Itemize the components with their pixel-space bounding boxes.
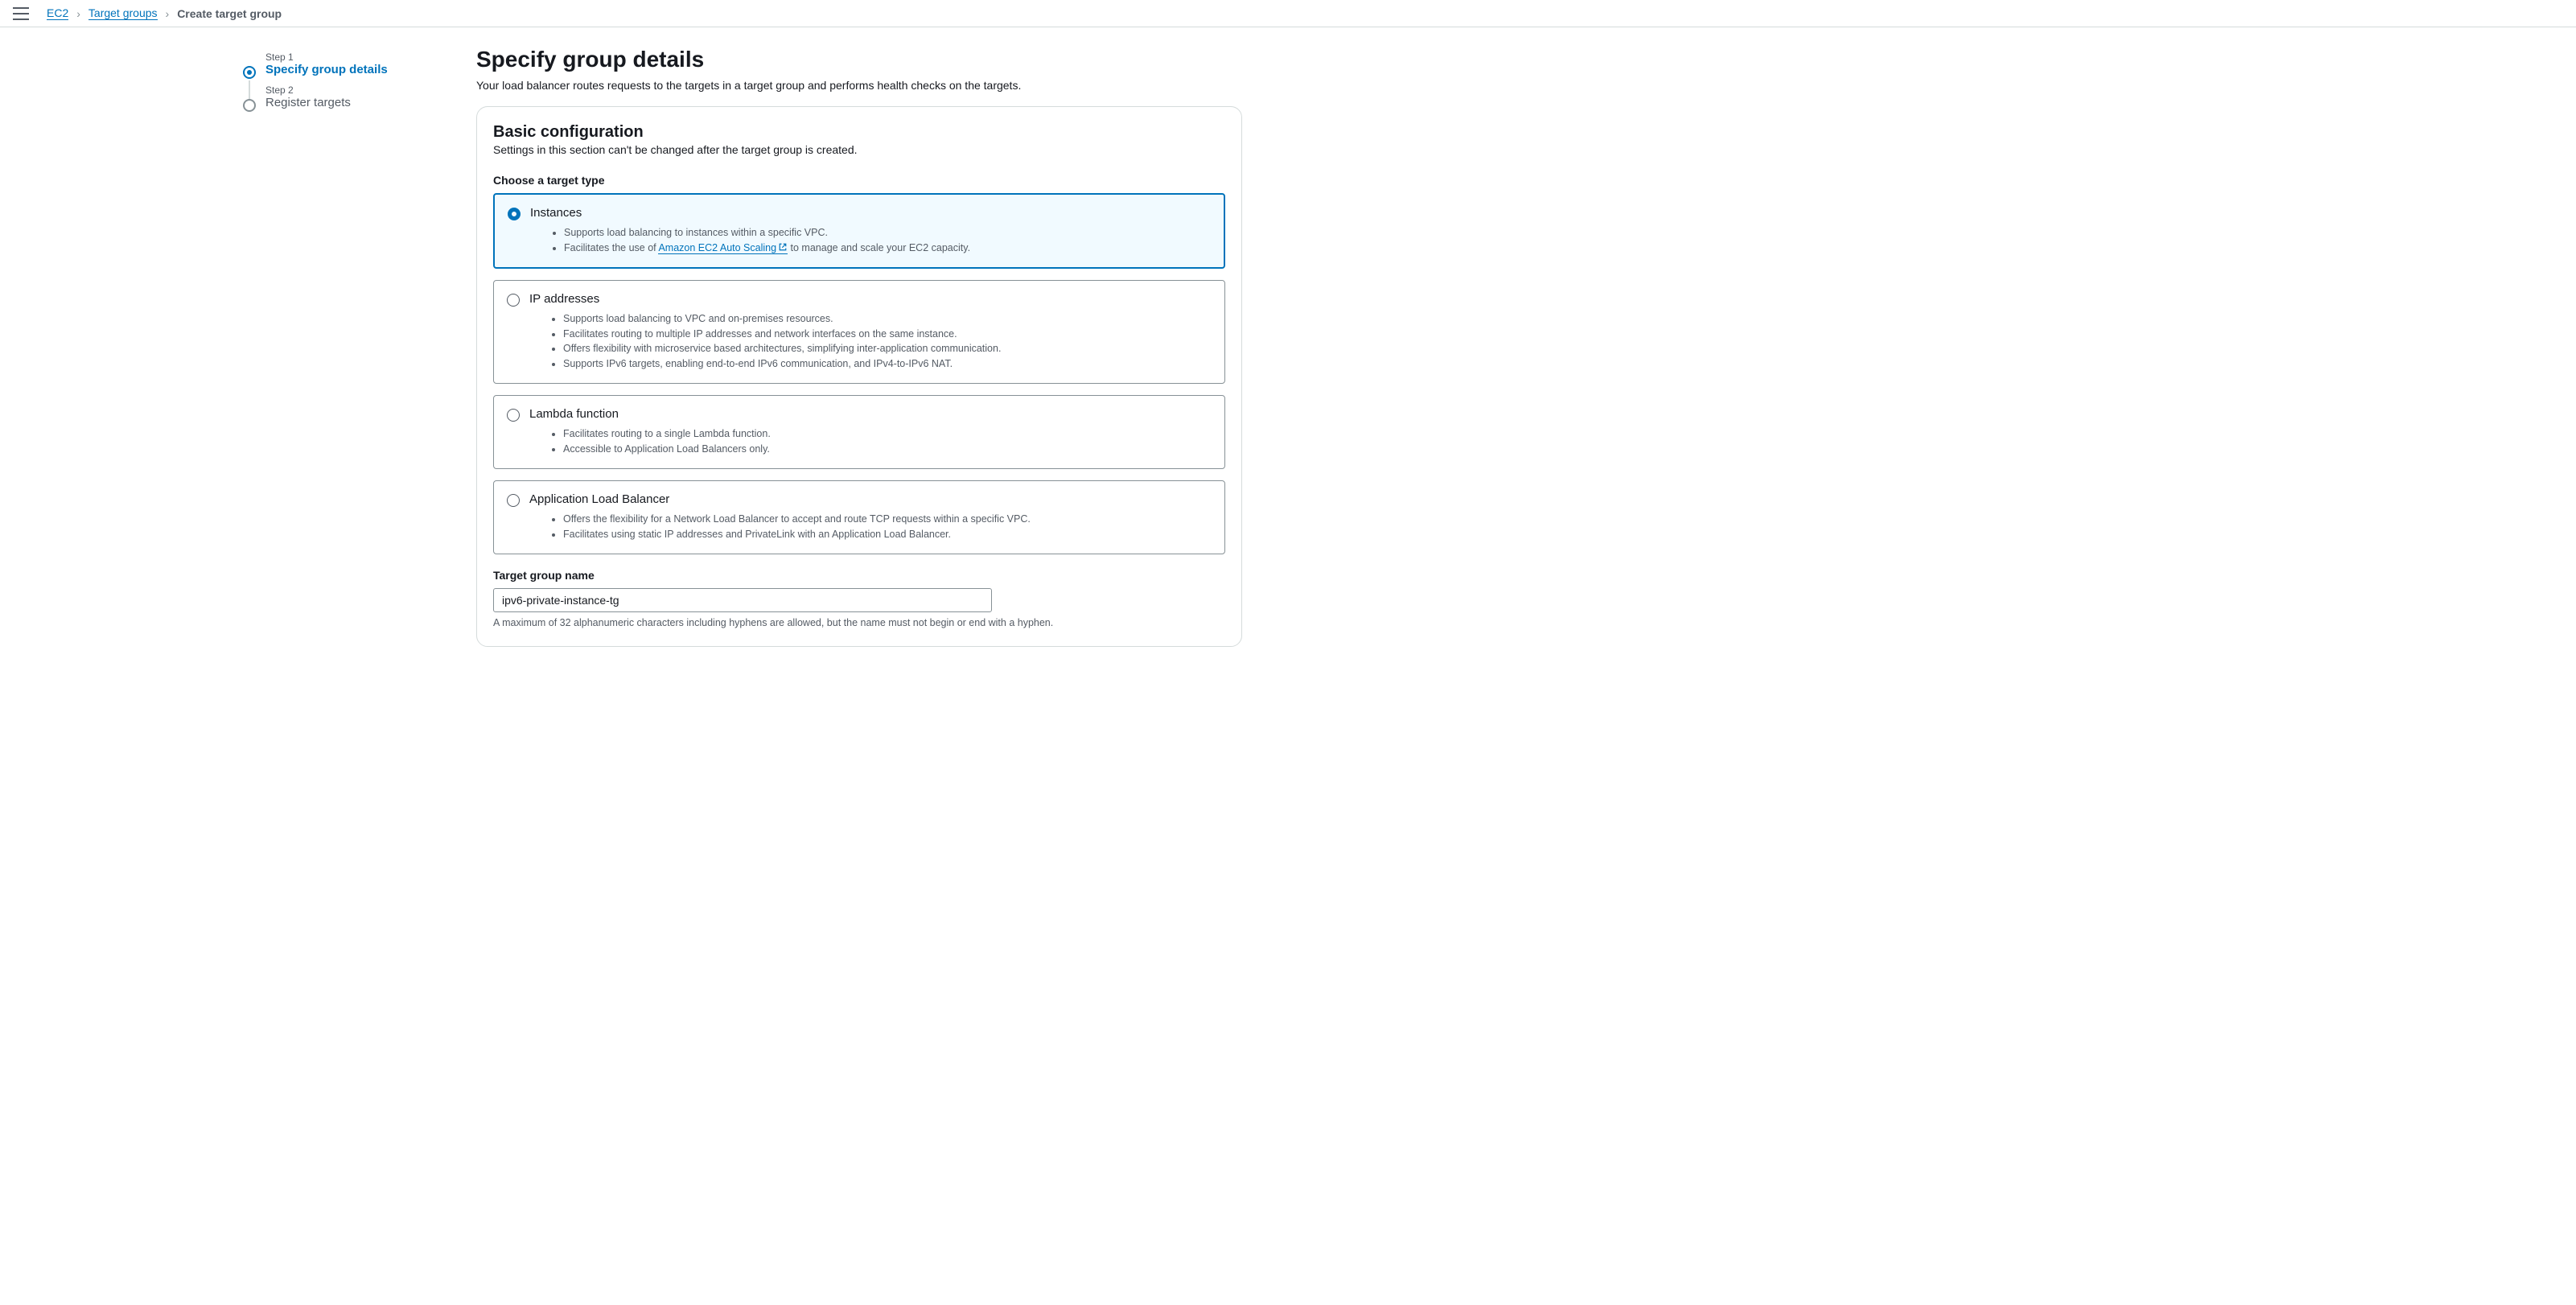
target-type-ip-addresses[interactable]: IP addresses Supports load balancing to … bbox=[493, 280, 1225, 384]
hamburger-icon[interactable] bbox=[13, 7, 29, 20]
radio-title: IP addresses bbox=[529, 292, 1212, 306]
step-title: Register targets bbox=[265, 96, 476, 109]
radio-bullet: Facilitates the use of Amazon EC2 Auto S… bbox=[564, 241, 1211, 256]
target-group-name-hint: A maximum of 32 alphanumeric characters … bbox=[493, 617, 1225, 628]
step-2[interactable]: Step 2 Register targets bbox=[243, 84, 476, 109]
target-type-alb[interactable]: Application Load Balancer Offers the fle… bbox=[493, 480, 1225, 554]
radio-title: Lambda function bbox=[529, 407, 1212, 421]
auto-scaling-link[interactable]: Amazon EC2 Auto Scaling bbox=[658, 242, 788, 254]
radio-icon bbox=[508, 208, 521, 220]
radio-title: Application Load Balancer bbox=[529, 492, 1212, 506]
radio-bullet: Supports IPv6 targets, enabling end-to-e… bbox=[563, 357, 1212, 372]
panel-description: Settings in this section can't be change… bbox=[493, 143, 1225, 156]
target-group-name-label: Target group name bbox=[493, 569, 1225, 582]
step-label: Step 2 bbox=[265, 84, 476, 96]
radio-icon bbox=[507, 494, 520, 507]
chevron-right-icon: › bbox=[166, 7, 170, 20]
page-title: Specify group details bbox=[476, 47, 1242, 72]
breadcrumb: EC2 › Target groups › Create target grou… bbox=[47, 6, 282, 20]
radio-bullet: Facilitates routing to a single Lambda f… bbox=[563, 427, 1212, 442]
radio-bullet: Supports load balancing to VPC and on-pr… bbox=[563, 312, 1212, 327]
radio-bullet: Offers flexibility with microservice bas… bbox=[563, 342, 1212, 356]
radio-bullet: Supports load balancing to instances wit… bbox=[564, 226, 1211, 241]
top-bar: EC2 › Target groups › Create target grou… bbox=[0, 0, 2576, 27]
breadcrumb-ec2[interactable]: EC2 bbox=[47, 6, 68, 20]
external-link-icon bbox=[778, 242, 788, 252]
radio-bullet: Facilitates routing to multiple IP addre… bbox=[563, 327, 1212, 342]
radio-bullet: Accessible to Application Load Balancers… bbox=[563, 443, 1212, 457]
chevron-right-icon: › bbox=[76, 7, 80, 20]
radio-title: Instances bbox=[530, 206, 1211, 220]
radio-icon bbox=[507, 294, 520, 307]
step-1[interactable]: Step 1 Specify group details bbox=[243, 51, 476, 76]
target-type-lambda[interactable]: Lambda function Facilitates routing to a… bbox=[493, 395, 1225, 469]
target-type-label: Choose a target type bbox=[493, 174, 1225, 187]
target-group-name-input[interactable] bbox=[493, 588, 992, 612]
step-title: Specify group details bbox=[265, 63, 476, 76]
wizard-steps: Step 1 Specify group details Step 2 Regi… bbox=[243, 47, 476, 647]
breadcrumb-target-groups[interactable]: Target groups bbox=[88, 6, 158, 20]
target-type-instances[interactable]: Instances Supports load balancing to ins… bbox=[493, 193, 1225, 269]
panel-title: Basic configuration bbox=[493, 123, 1225, 142]
radio-icon bbox=[507, 409, 520, 422]
radio-bullet: Offers the flexibility for a Network Loa… bbox=[563, 513, 1212, 527]
basic-configuration-panel: Basic configuration Settings in this sec… bbox=[476, 106, 1242, 647]
radio-bullet: Facilitates using static IP addresses an… bbox=[563, 528, 1212, 542]
step-indicator-icon bbox=[243, 99, 256, 112]
breadcrumb-current: Create target group bbox=[177, 7, 282, 20]
main-content: Specify group details Your load balancer… bbox=[476, 47, 1242, 647]
step-indicator-icon bbox=[243, 66, 256, 79]
page-subtitle: Your load balancer routes requests to th… bbox=[476, 79, 1242, 92]
step-label: Step 1 bbox=[265, 51, 476, 63]
